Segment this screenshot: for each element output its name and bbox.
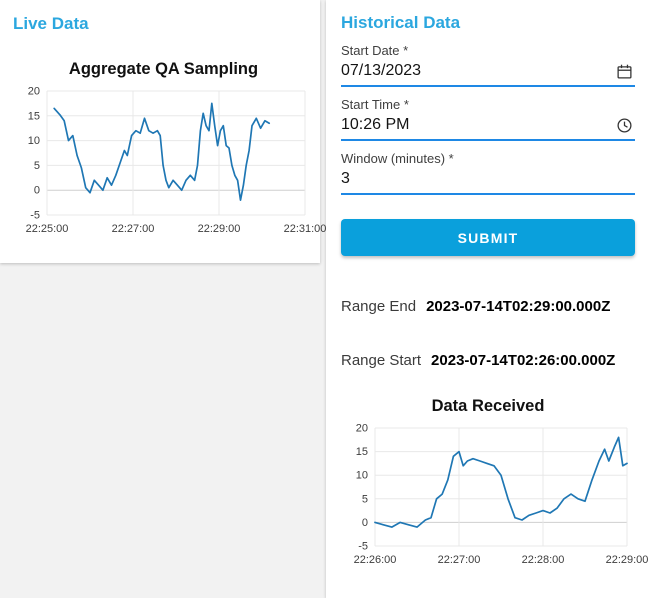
svg-text:-5: -5 [30,210,40,222]
live-chart-title: Aggregate QA Sampling [68,60,259,78]
window-minutes-label: Window (minutes) * [341,151,454,166]
live-data-panel: Live Data Aggregate QA Sampling -5 0 5 10 15… [0,0,327,263]
svg-text:-5: -5 [358,541,368,553]
svg-text:5: 5 [34,160,40,172]
range-start-value: 2023-07-14T02:26:00.000Z [431,352,616,369]
svg-text:22:31:00: 22:31:00 [284,223,327,235]
svg-text:15: 15 [356,446,368,458]
live-data-title: Live Data [13,14,89,33]
range-end-value: 2023-07-14T02:29:00.000Z [426,298,611,315]
svg-text:22:25:00: 22:25:00 [26,223,69,235]
data-received-chart: -5 0 5 10 15 20 22:26:00 22:27:00 22:28:00 22:29:… [354,423,649,567]
svg-text:10: 10 [356,470,368,482]
svg-text:22:29:00: 22:29:00 [198,223,241,235]
window-minutes-input[interactable] [341,168,635,190]
range-start-row: Range Start 2023-07-14T02:26:00.000Z [341,352,635,369]
svg-text:22:27:00: 22:27:00 [112,223,155,235]
start-time-field-group: Start Time * [341,97,635,141]
data-received-chart-title: Data Received [431,397,545,415]
svg-text:20: 20 [356,423,368,435]
historical-data-panel: Historical Data Start Date * Start Time … [326,0,650,598]
range-end-row: Range End 2023-07-14T02:29:00.000Z [341,298,635,315]
svg-text:15: 15 [28,110,40,122]
start-time-input[interactable] [341,114,614,136]
svg-text:5: 5 [362,493,368,505]
start-date-field-group: Start Date * [341,43,635,87]
svg-text:10: 10 [28,135,40,147]
svg-text:22:27:00: 22:27:00 [438,554,481,566]
svg-text:22:28:00: 22:28:00 [522,554,565,566]
svg-text:0: 0 [362,517,368,529]
start-date-input[interactable] [341,60,614,82]
window-minutes-field-group: Window (minutes) * [341,151,635,195]
range-end-label: Range End [341,298,417,315]
start-date-field-row [341,58,635,87]
start-date-label: Start Date * [341,43,409,58]
start-time-field-row [341,112,635,141]
svg-text:22:29:00: 22:29:00 [606,554,649,566]
clock-icon[interactable] [614,117,635,134]
svg-text:20: 20 [28,86,40,98]
submit-button[interactable]: SUBMIT [341,219,635,256]
historical-data-title: Historical Data [341,13,461,32]
svg-text:22:26:00: 22:26:00 [354,554,397,566]
calendar-icon[interactable] [614,63,635,80]
window-minutes-field-row [341,166,635,195]
live-chart: -5 0 5 10 15 20 22:25:00 22:27:00 22:29:00 22:31:… [26,86,327,236]
svg-text:0: 0 [34,185,40,197]
start-time-label: Start Time * [341,97,409,112]
range-start-label: Range Start [341,352,422,369]
